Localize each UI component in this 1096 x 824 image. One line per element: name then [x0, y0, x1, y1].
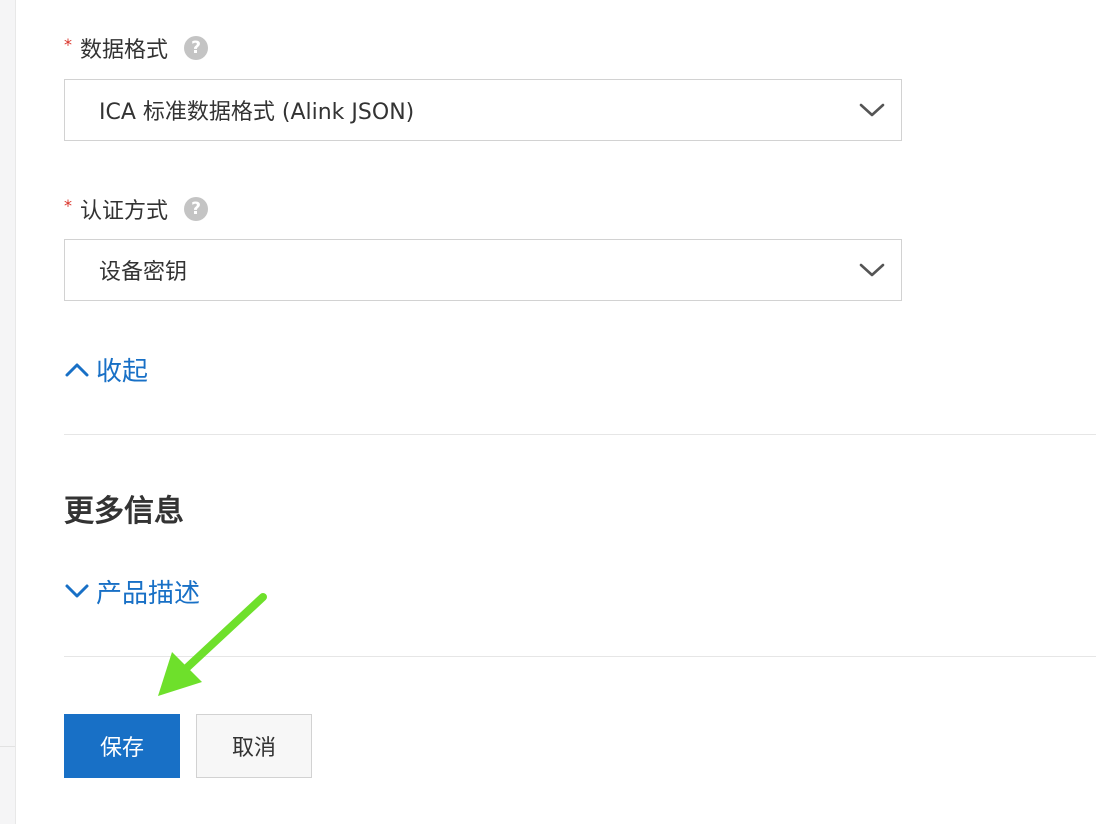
- collapse-link-label: 收起: [96, 356, 149, 387]
- data-format-label: 数据格式: [80, 38, 169, 63]
- save-button[interactable]: 保存: [64, 714, 180, 778]
- left-rail: [0, 0, 16, 824]
- product-description-label: 产品描述: [96, 578, 201, 609]
- data-format-label-row: * 数据格式 ?: [64, 34, 209, 63]
- collapse-link[interactable]: 收起: [64, 351, 148, 387]
- auth-method-label: 认证方式: [80, 199, 169, 224]
- chevron-down-icon: [859, 103, 885, 117]
- required-mark: *: [64, 34, 72, 54]
- chevron-up-icon: [65, 363, 89, 377]
- auth-method-select[interactable]: 设备密钥: [64, 239, 902, 301]
- cancel-button[interactable]: 取消: [196, 714, 312, 778]
- auth-method-label-row: * 认证方式 ?: [64, 195, 209, 224]
- section-divider: [64, 434, 1096, 435]
- section-divider: [64, 656, 1096, 657]
- required-mark: *: [64, 195, 72, 215]
- question-circle-icon[interactable]: ?: [184, 197, 209, 221]
- product-form-page: * 数据格式 ? ICA 标准数据格式 (Alink JSON) * 认证方式 …: [0, 0, 1096, 824]
- data-format-select[interactable]: ICA 标准数据格式 (Alink JSON): [64, 79, 902, 141]
- product-description-toggle[interactable]: 产品描述: [64, 573, 200, 609]
- chevron-down-icon: [859, 263, 885, 277]
- more-info-title: 更多信息: [64, 494, 184, 529]
- left-rail-divider: [0, 746, 15, 747]
- auth-method-value: 设备密钥: [99, 260, 188, 285]
- data-format-value: ICA 标准数据格式 (Alink JSON): [99, 100, 415, 125]
- chevron-down-icon: [65, 584, 89, 598]
- question-circle-icon[interactable]: ?: [184, 36, 209, 60]
